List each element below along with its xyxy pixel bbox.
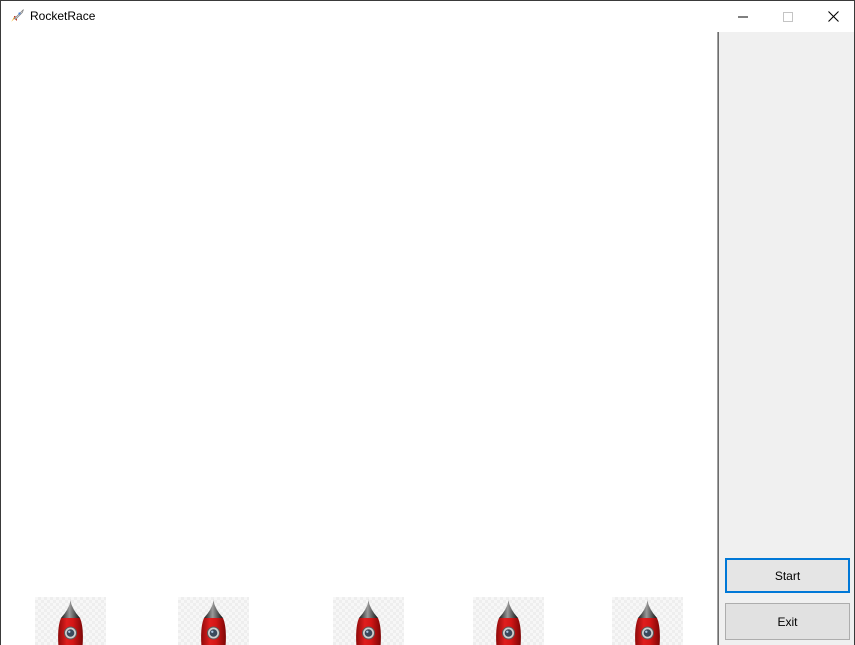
maximize-icon bbox=[783, 11, 793, 22]
exit-button[interactable]: Exit bbox=[725, 603, 850, 640]
rocket-sprite bbox=[58, 599, 83, 645]
minimize-button[interactable] bbox=[720, 1, 766, 32]
rocket-sprite bbox=[356, 599, 381, 645]
maximize-button[interactable] bbox=[765, 1, 811, 32]
rocket-1 bbox=[35, 597, 106, 645]
rocket-icon bbox=[9, 8, 25, 24]
control-panel: Start Exit bbox=[719, 32, 854, 645]
rocketrace-window: RocketRace Start Exit bbox=[0, 0, 855, 645]
title-bar[interactable]: RocketRace bbox=[1, 1, 854, 32]
rocket-2 bbox=[178, 597, 249, 645]
rocket-3 bbox=[333, 597, 404, 645]
rocket-5 bbox=[612, 597, 683, 645]
minimize-icon bbox=[738, 16, 748, 17]
start-button[interactable]: Start bbox=[725, 558, 850, 593]
race-track bbox=[1, 32, 717, 645]
rocket-sprite bbox=[635, 599, 660, 645]
window-title: RocketRace bbox=[30, 9, 96, 23]
close-button[interactable] bbox=[810, 1, 854, 32]
rocket-4 bbox=[473, 597, 544, 645]
close-icon bbox=[827, 11, 839, 22]
rocket-sprite bbox=[496, 599, 521, 645]
rocket-sprite bbox=[201, 599, 226, 645]
